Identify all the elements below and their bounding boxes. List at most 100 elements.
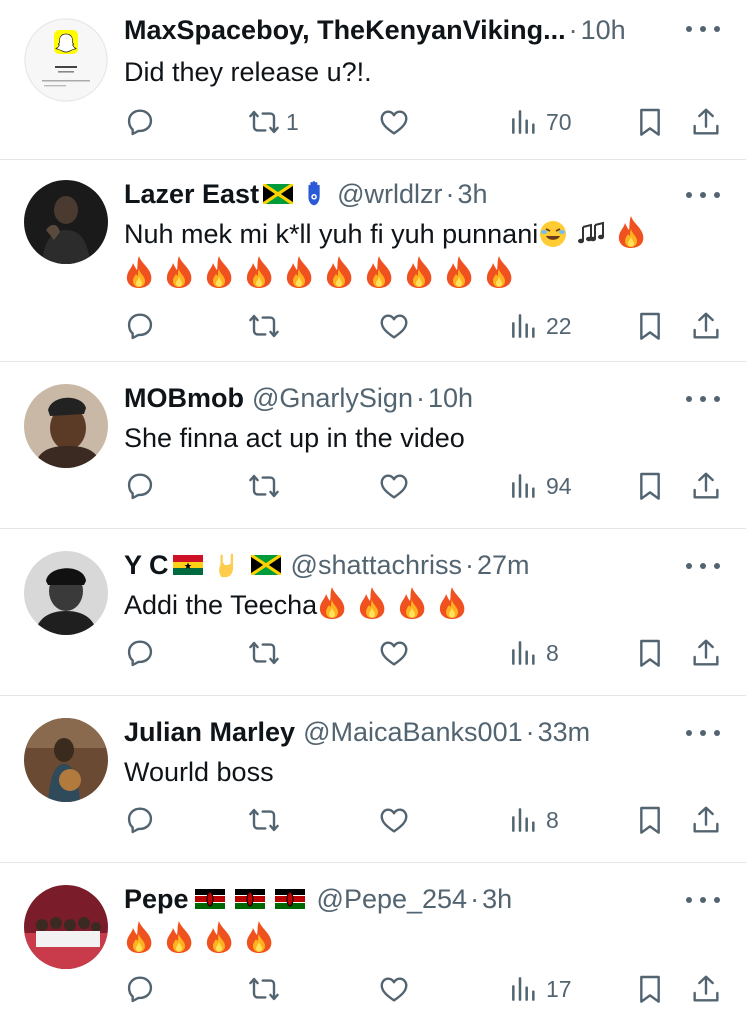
share-button[interactable] [690, 106, 722, 138]
retweet-button[interactable] [248, 804, 286, 836]
fire-emoji [444, 255, 474, 289]
like-button[interactable] [378, 310, 416, 342]
reply-button[interactable] [124, 637, 162, 669]
avatar[interactable] [24, 18, 108, 102]
share-icon [690, 470, 722, 502]
avatar[interactable] [24, 718, 108, 802]
views-button[interactable]: 8 [508, 804, 559, 836]
avatar[interactable] [24, 551, 108, 635]
ghana-flag-icon [172, 555, 203, 575]
share-button[interactable] [690, 310, 722, 342]
handle[interactable]: @MaicaBanks001 [303, 717, 523, 748]
tweet-item[interactable]: MaxSpaceboy, TheKenyanViking... · 10h Di… [0, 0, 746, 160]
retweet-button[interactable] [248, 310, 286, 342]
bookmark-icon [634, 310, 666, 342]
like-button[interactable] [378, 973, 416, 1005]
more-icon[interactable] [686, 24, 720, 34]
views-button[interactable]: 8 [508, 637, 559, 669]
more-icon[interactable] [686, 895, 720, 905]
action-bar: 94 [124, 470, 746, 530]
like-button[interactable] [378, 470, 416, 502]
like-icon [378, 973, 410, 1005]
retweet-button[interactable]: 1 [248, 106, 299, 138]
fire-emoji [357, 586, 387, 620]
display-name[interactable]: MaxSpaceboy, TheKenyanViking... [124, 15, 566, 46]
views-icon [508, 973, 540, 1005]
display-name[interactable]: Pepe [124, 884, 189, 915]
reply-button[interactable] [124, 804, 162, 836]
reply-button[interactable] [124, 106, 162, 138]
timestamp[interactable]: 33m [538, 717, 591, 748]
tweet-text [124, 919, 746, 959]
bookmark-icon [634, 637, 666, 669]
reply-button[interactable] [124, 310, 162, 342]
views-count: 8 [546, 806, 559, 833]
handle[interactable]: @wrldlzr [337, 179, 442, 210]
bookmark-button[interactable] [634, 310, 666, 342]
bookmark-button[interactable] [634, 804, 666, 836]
share-icon [690, 804, 722, 836]
display-name[interactable]: Y C [124, 550, 169, 581]
bookmark-button[interactable] [634, 470, 666, 502]
views-icon [508, 310, 540, 342]
handle[interactable]: @shattachriss [291, 550, 462, 581]
share-button[interactable] [690, 973, 722, 1005]
views-button[interactable]: 22 [508, 310, 572, 342]
more-icon[interactable] [686, 394, 720, 404]
like-icon [378, 310, 410, 342]
hamsa-icon [308, 181, 320, 206]
tweet-item[interactable]: Y C @shattachriss · 27m Addi the Teecha … [0, 529, 746, 696]
more-icon[interactable] [686, 728, 720, 738]
retweet-button[interactable] [248, 470, 286, 502]
tweet-item[interactable]: MOBmob @GnarlySign · 10h She finna act u… [0, 362, 746, 529]
action-bar: 8 [124, 637, 746, 697]
fire-emoji [284, 255, 314, 289]
more-icon[interactable] [686, 190, 720, 200]
share-button[interactable] [690, 804, 722, 836]
bookmark-button[interactable] [634, 973, 666, 1005]
share-button[interactable] [690, 470, 722, 502]
display-name[interactable]: MOBmob [124, 383, 244, 414]
timestamp[interactable]: 27m [477, 550, 530, 581]
retweet-button[interactable] [248, 637, 286, 669]
tweet-item[interactable]: Pepe @Pepe_254 · 3h 17 [0, 863, 746, 1023]
views-icon [508, 470, 540, 502]
tweet-item[interactable]: Lazer East @wrldlzr · 3h Nuh mek mi k*ll… [0, 160, 746, 362]
like-button[interactable] [378, 804, 416, 836]
views-count: 94 [546, 472, 572, 499]
avatar[interactable] [24, 384, 108, 468]
views-button[interactable]: 94 [508, 470, 572, 502]
tweet-header: Y C @shattachriss · 27m [124, 529, 746, 585]
like-icon [378, 804, 410, 836]
timestamp[interactable]: 10h [428, 383, 473, 414]
handle[interactable]: @Pepe_254 [317, 884, 468, 915]
retweet-button[interactable] [248, 973, 286, 1005]
reply-icon [124, 310, 156, 342]
rofl-emoji [540, 221, 567, 247]
avatar[interactable] [24, 180, 108, 264]
avatar[interactable] [24, 885, 108, 969]
views-count: 8 [546, 639, 559, 666]
share-button[interactable] [690, 637, 722, 669]
bookmark-button[interactable] [634, 637, 666, 669]
handle[interactable]: @GnarlySign [252, 383, 413, 414]
kenya-flag-icon [234, 889, 265, 909]
views-button[interactable]: 17 [508, 973, 572, 1005]
timestamp[interactable]: 3h [457, 179, 487, 210]
bookmark-button[interactable] [634, 106, 666, 138]
fire-emoji [124, 255, 154, 289]
reply-button[interactable] [124, 470, 162, 502]
reply-button[interactable] [124, 973, 162, 1005]
timestamp[interactable]: 10h [581, 15, 626, 46]
more-icon[interactable] [686, 561, 720, 571]
display-name[interactable]: Lazer East [124, 179, 259, 210]
like-button[interactable] [378, 637, 416, 669]
views-button[interactable]: 70 [508, 106, 572, 138]
separator-dot: · [445, 178, 455, 209]
tweet-header: Lazer East @wrldlzr · 3h [124, 160, 746, 214]
like-button[interactable] [378, 106, 416, 138]
tweet-item[interactable]: Julian Marley @MaicaBanks001 · 33m Wourl… [0, 696, 746, 863]
display-name[interactable]: Julian Marley [124, 717, 295, 748]
retweet-count: 1 [286, 108, 299, 135]
timestamp[interactable]: 3h [482, 884, 512, 915]
